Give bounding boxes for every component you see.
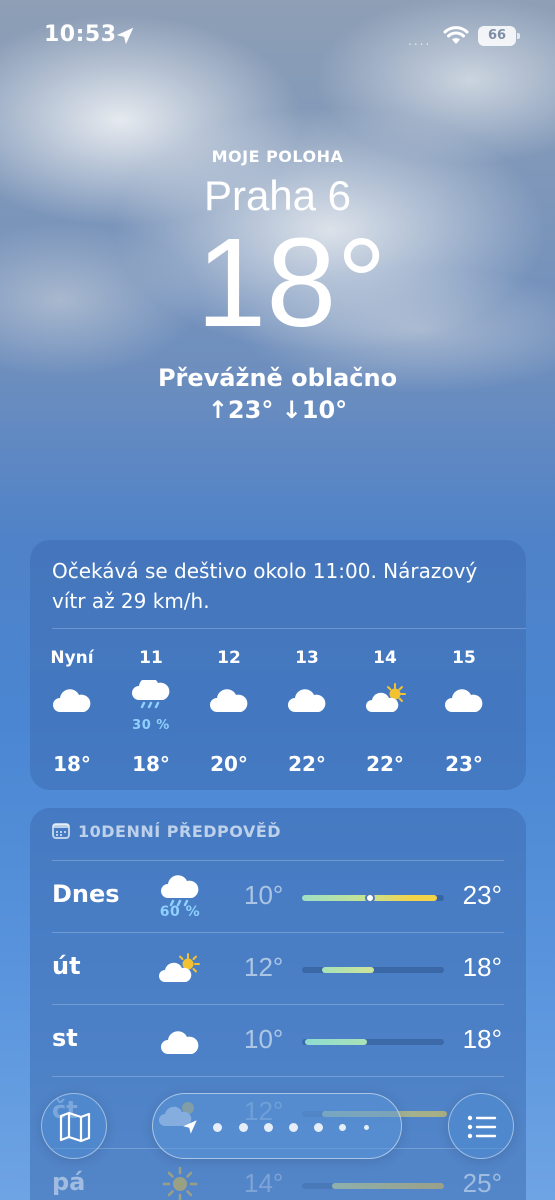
- status-bar: 10:53 .... 66: [0, 0, 555, 70]
- high-temperature: 18°: [462, 952, 502, 982]
- page-dot: [213, 1123, 222, 1132]
- hour-label: 15: [452, 648, 476, 668]
- cloud-icon: [53, 689, 91, 712]
- hour-label: 12: [217, 648, 241, 668]
- hour-temperature: 18°: [53, 752, 91, 776]
- hour-item: 14 22°: [355, 648, 415, 776]
- map-icon: [59, 1111, 91, 1143]
- page-dot: [314, 1123, 323, 1132]
- page-dot: [289, 1123, 298, 1132]
- weather-condition: Převážně oblačno: [157, 364, 398, 392]
- current-location-icon: [183, 1120, 197, 1134]
- hour-label: 13: [295, 648, 319, 668]
- cloud-rain-icon: [132, 680, 170, 709]
- cellular-signal-icon: ....: [408, 34, 432, 48]
- partly-sunny-icon: [159, 953, 200, 982]
- temperature-range-fill: [305, 1039, 367, 1045]
- precipitation-chance: 30 %: [132, 718, 170, 733]
- locations-list-button[interactable]: [448, 1093, 514, 1159]
- high-low-temperature: ↑23° ↓10°: [207, 396, 348, 424]
- hour-temperature: 22°: [366, 752, 404, 776]
- status-time: 10:53: [44, 22, 117, 47]
- high-temperature: 23°: [462, 880, 502, 910]
- cloud-icon: [288, 689, 326, 712]
- hour-temperature: 20°: [210, 752, 248, 776]
- wifi-icon: [443, 26, 469, 44]
- day-name: st: [52, 1024, 78, 1052]
- low-temperature: 10°: [244, 880, 284, 910]
- page-dot: [264, 1123, 273, 1132]
- precipitation-chance: 60 %: [159, 904, 201, 920]
- partly-sunny-icon: [366, 683, 406, 712]
- current-temperature-marker: [365, 893, 375, 903]
- hourly-forecast-card[interactable]: Očekává se deštivo okolo 11:00. Nárazový…: [30, 540, 526, 790]
- page-dot: [339, 1124, 346, 1131]
- bottom-toolbar: [0, 1060, 555, 1200]
- battery-icon: 66: [478, 26, 520, 46]
- forecast-summary: Očekává se deštivo okolo 11:00. Nárazový…: [52, 559, 478, 613]
- temperature-range-bar: [302, 893, 444, 903]
- list-icon: [467, 1115, 497, 1139]
- calendar-icon: [52, 823, 70, 839]
- hour-item: Nyní 18°: [42, 648, 102, 776]
- hour-temperature: 22°: [288, 752, 326, 776]
- daily-forecast-title: 10DENNÍ PŘEDPOVĚĎ: [78, 822, 282, 841]
- temperature-range-bar: [302, 967, 444, 973]
- daily-forecast-header: 10DENNÍ PŘEDPOVĚĎ: [52, 822, 281, 841]
- hour-item: 15 23°: [434, 648, 494, 776]
- current-temperature: 18°: [196, 212, 387, 353]
- hour-temperature: 23°: [445, 752, 483, 776]
- hour-item: 13 22°: [277, 648, 337, 776]
- daily-row[interactable]: Dnes 60 % 10° 23°: [30, 860, 526, 932]
- location-page-indicator[interactable]: [152, 1093, 402, 1159]
- daily-row[interactable]: út 12° 18°: [30, 932, 526, 1004]
- page-dot: [364, 1125, 369, 1130]
- hour-label: Nyní: [50, 648, 94, 668]
- hour-item: 12 20°: [199, 648, 259, 776]
- hour-label: 14: [373, 648, 397, 668]
- hour-item: 11 30 % 18°: [121, 648, 181, 776]
- location-label: MOJE POLOHA: [211, 147, 344, 166]
- map-button[interactable]: [41, 1093, 107, 1159]
- hour-label: 11: [139, 648, 163, 668]
- low-temperature: 12°: [244, 952, 284, 982]
- temperature-range-fill: [322, 967, 374, 973]
- location-arrow-icon: [116, 27, 134, 45]
- page-dot: [239, 1123, 248, 1132]
- low-temperature: 10°: [244, 1024, 284, 1054]
- hour-temperature: 18°: [132, 752, 170, 776]
- day-name: Dnes: [52, 880, 120, 908]
- day-name: út: [52, 952, 81, 980]
- cloud-icon: [210, 689, 248, 712]
- cloud-icon: [445, 689, 483, 712]
- temperature-range-bar: [302, 1039, 444, 1045]
- divider: [52, 628, 526, 629]
- high-temperature: 18°: [462, 1024, 502, 1054]
